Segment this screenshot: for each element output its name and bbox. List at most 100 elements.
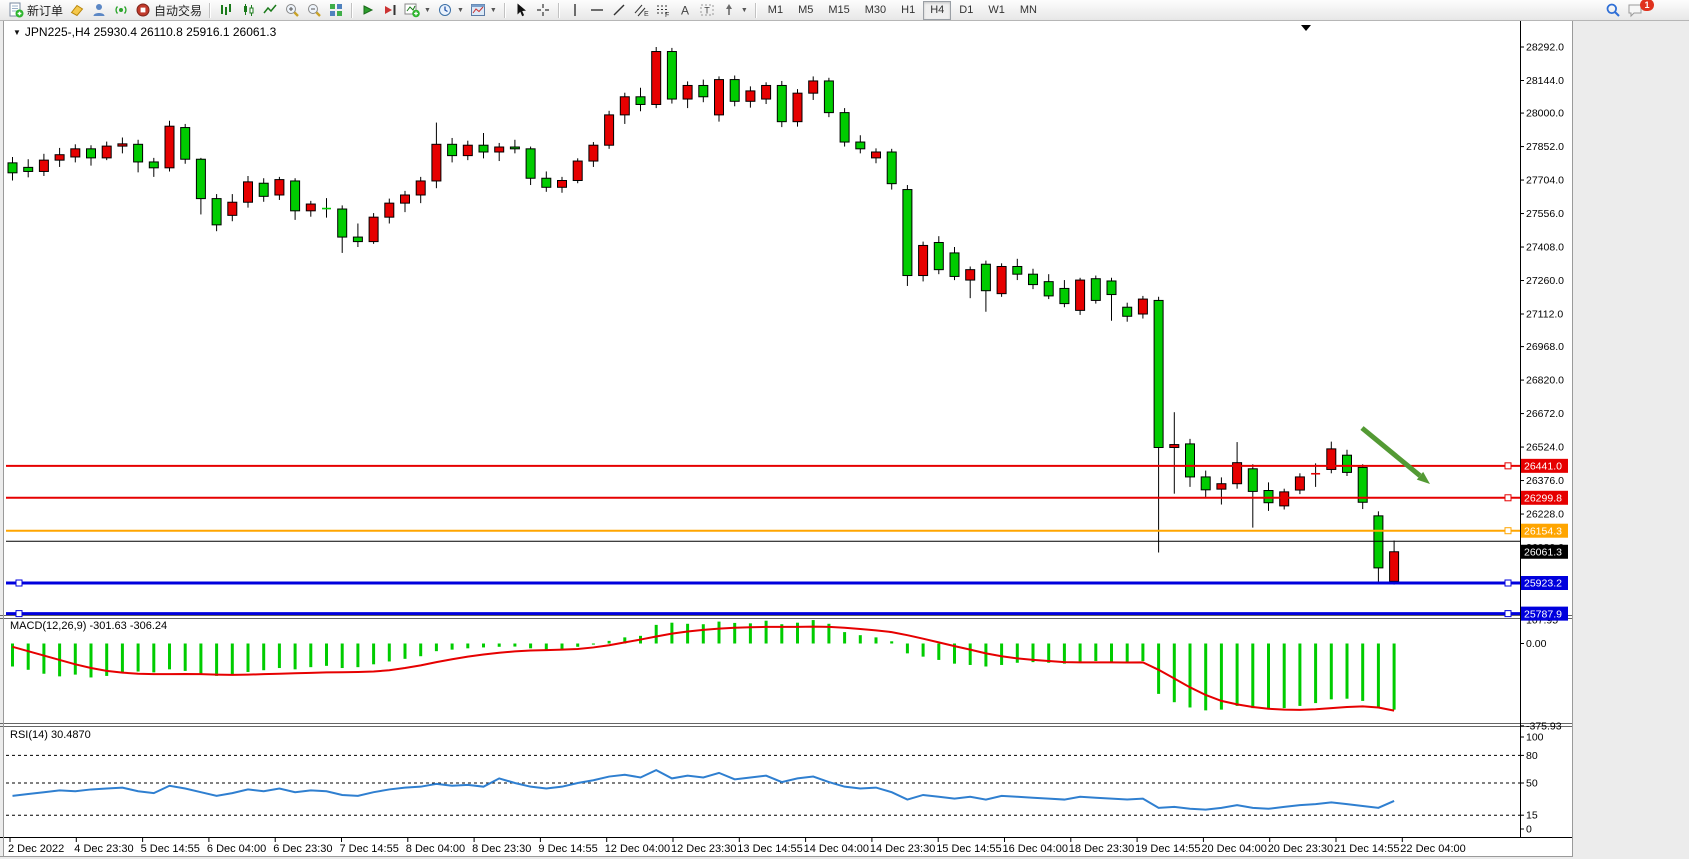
timeframe-m15[interactable]: M15	[821, 1, 856, 20]
price-tick-label: 27112.0	[1526, 309, 1563, 321]
rsi-tick-label: 80	[1526, 750, 1538, 762]
candle-body	[762, 85, 771, 99]
candlestick-chart-button[interactable]	[237, 1, 259, 20]
symbol-dropdown-icon[interactable]: ▼	[13, 28, 21, 37]
chevron-down-icon: ▼	[424, 7, 431, 14]
candle-body	[118, 144, 127, 146]
toolbar-separator	[209, 3, 211, 18]
candle-body	[448, 144, 457, 155]
candle-body	[1044, 282, 1053, 296]
candle-body	[589, 145, 598, 161]
rsi-indicator-label: RSI(14) 30.4870	[10, 729, 91, 741]
arrows-button[interactable]: ▼	[718, 1, 751, 20]
candle-body	[244, 182, 253, 202]
crosshair-button[interactable]	[532, 1, 554, 20]
styles-button[interactable]	[66, 1, 88, 20]
text-label-button[interactable]: T	[696, 1, 718, 20]
candle-body	[542, 178, 551, 187]
signal-button[interactable]	[110, 1, 132, 20]
candle-body	[291, 181, 300, 211]
time-axis-label: 6 Dec 04:00	[207, 843, 266, 855]
profile-button[interactable]	[88, 1, 110, 20]
candle-body	[1186, 444, 1195, 477]
candle-body	[165, 126, 174, 168]
svg-text:F: F	[665, 12, 669, 18]
new-order-button[interactable]: 新订单	[5, 1, 66, 20]
timeframe-mn[interactable]: MN	[1013, 1, 1044, 20]
timeframe-d1[interactable]: D1	[952, 1, 980, 20]
candle-body	[1201, 477, 1210, 490]
time-axis-label: 19 Dec 14:55	[1135, 843, 1200, 855]
search-button[interactable]	[1602, 1, 1624, 20]
candle-body	[1264, 491, 1273, 503]
chart-title[interactable]: ▼ JPN225-,H4 25930.4 26110.8 25916.1 260…	[13, 25, 276, 39]
tile-windows-button[interactable]	[325, 1, 347, 20]
candle-body	[605, 115, 614, 145]
chart-shift-button[interactable]	[379, 1, 401, 20]
auto-scroll-button[interactable]	[357, 1, 379, 20]
time-axis-label: 22 Dec 04:00	[1400, 843, 1465, 855]
chat-button[interactable]: 1	[1624, 1, 1646, 20]
equidistant-channel-button[interactable]: E	[630, 1, 652, 20]
time-axis-label: 6 Dec 23:30	[273, 843, 332, 855]
candle-body	[102, 146, 111, 158]
cursor-button[interactable]	[510, 1, 532, 20]
hline-handle[interactable]	[16, 580, 22, 586]
candle-body	[840, 113, 849, 142]
templates-button[interactable]: ▼	[467, 1, 500, 20]
candle-body	[715, 80, 724, 115]
zoom-in-button[interactable]	[281, 1, 303, 20]
candle-body	[432, 144, 441, 181]
fibonacci-button[interactable]: F	[652, 1, 674, 20]
candle-body	[1154, 300, 1163, 447]
candle-body	[134, 144, 143, 162]
text-icon: A	[677, 2, 693, 18]
zoom-out-button[interactable]	[303, 1, 325, 20]
candle-body	[1029, 274, 1038, 284]
chart-area[interactable]: 28292.028144.028000.027852.027704.027556…	[0, 0, 1689, 859]
timeframe-m30[interactable]: M30	[858, 1, 893, 20]
tile-windows-icon	[328, 2, 344, 18]
svg-text:T: T	[704, 6, 710, 16]
timeframe-h1[interactable]: H1	[894, 1, 922, 20]
new-order-label: 新订单	[27, 2, 63, 19]
candle-body	[385, 203, 394, 217]
timeframe-m1[interactable]: M1	[761, 1, 790, 20]
toolbar-separator	[504, 3, 506, 18]
periods-button[interactable]: ▼	[434, 1, 467, 20]
horizontal-line-button[interactable]	[586, 1, 608, 20]
candle-body	[1076, 280, 1085, 310]
rsi-tick-label: 100	[1526, 732, 1544, 744]
autotrade-button[interactable]: 自动交易	[132, 1, 205, 20]
hline-handle[interactable]	[1505, 528, 1511, 534]
trendline-button[interactable]	[608, 1, 630, 20]
candle-body	[369, 217, 378, 241]
hline-price-badge-label: 26441.0	[1524, 461, 1562, 473]
price-tick-label: 27556.0	[1526, 208, 1564, 220]
timeframe-h4[interactable]: H4	[923, 1, 951, 20]
line-chart-button[interactable]	[259, 1, 281, 20]
text-button[interactable]: A	[674, 1, 696, 20]
new-order-icon	[8, 2, 24, 18]
hline-price-badge-label: 25923.2	[1524, 578, 1562, 590]
candle-body	[526, 149, 535, 178]
timeframe-w1[interactable]: W1	[981, 1, 1012, 20]
candle-body	[903, 190, 912, 276]
hline-handle[interactable]	[1505, 611, 1511, 617]
hline-handle[interactable]	[1505, 495, 1511, 501]
vertical-line-button[interactable]	[564, 1, 586, 20]
hline-handle[interactable]	[16, 611, 22, 617]
line-chart-icon	[262, 2, 278, 18]
candle-body	[683, 85, 692, 99]
indicators-button[interactable]: ▼	[401, 1, 434, 20]
hline-handle[interactable]	[1505, 580, 1511, 586]
bar-chart-button[interactable]	[215, 1, 237, 20]
candle-body	[652, 52, 661, 105]
candle-body	[1091, 279, 1100, 301]
palette-icon	[69, 2, 85, 18]
candlestick-chart-icon	[240, 2, 256, 18]
candle-body	[872, 152, 881, 158]
candle-body	[856, 142, 865, 149]
timeframe-m5[interactable]: M5	[791, 1, 820, 20]
hline-handle[interactable]	[1505, 463, 1511, 469]
